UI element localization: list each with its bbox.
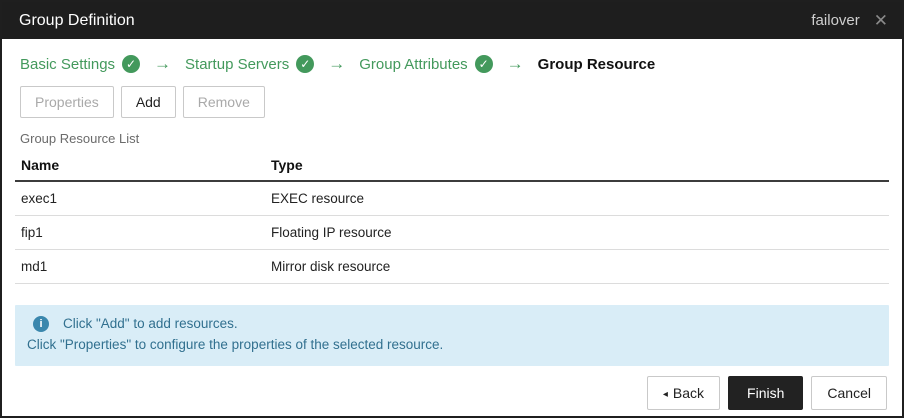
wizard-step-startup-servers[interactable]: Startup Servers ✓ <box>185 55 315 73</box>
info-line-1: Click "Add" to add resources. <box>63 316 238 331</box>
table-row[interactable]: exec1 EXEC resource <box>15 181 889 216</box>
resource-list-label: Group Resource List <box>20 131 140 146</box>
group-definition-dialog: Group Definition failover ✕ Basic Settin… <box>0 0 904 418</box>
cell-resource-name[interactable]: exec1 <box>15 181 265 216</box>
resource-toolbar: Properties Add Remove <box>15 84 889 118</box>
footer-buttons: ◂ Back Finish Cancel <box>15 366 889 412</box>
check-circle-icon: ✓ <box>296 55 315 73</box>
arrow-right-icon: → <box>154 54 172 73</box>
cell-resource-type[interactable]: EXEC resource <box>265 181 889 216</box>
wizard-step-label: Basic Settings <box>20 55 116 73</box>
back-button-label: Back <box>672 384 705 401</box>
column-header-type: Type <box>265 152 889 182</box>
dialog-content: Basic Settings ✓ → Startup Servers ✓ → G… <box>2 39 902 416</box>
table-row[interactable]: md1 Mirror disk resource <box>15 249 889 284</box>
back-arrow-icon: ◂ <box>662 388 668 400</box>
table-row[interactable]: fip1 Floating IP resource <box>15 215 889 250</box>
close-icon[interactable]: ✕ <box>874 12 888 29</box>
arrow-right-icon: → <box>506 54 524 73</box>
info-icon: i <box>33 316 49 333</box>
cancel-button[interactable]: Cancel <box>811 375 887 410</box>
dialog-titlebar: Group Definition failover ✕ <box>2 2 902 39</box>
arrow-right-icon: → <box>328 54 346 73</box>
table-header-row: Name Type <box>15 152 889 182</box>
cell-resource-type[interactable]: Mirror disk resource <box>265 249 889 284</box>
wizard-step-label: Group Resource <box>537 55 656 73</box>
wizard-step-basic-settings[interactable]: Basic Settings ✓ <box>20 55 141 73</box>
wizard-step-group-attributes[interactable]: Group Attributes ✓ <box>359 55 493 73</box>
column-header-name: Name <box>15 152 265 182</box>
cell-resource-name[interactable]: fip1 <box>15 215 265 250</box>
wizard-step-group-resource: Group Resource <box>538 56 656 73</box>
wizard-step-label: Group Attributes <box>359 55 468 73</box>
wizard-steps: Basic Settings ✓ → Startup Servers ✓ → G… <box>15 52 889 84</box>
properties-button[interactable]: Properties <box>20 86 114 118</box>
add-button[interactable]: Add <box>120 86 176 118</box>
info-banner: i Click "Add" to add resources. Click "P… <box>15 305 889 366</box>
cell-resource-name[interactable]: md1 <box>15 249 265 284</box>
back-button[interactable]: ◂ Back <box>646 375 721 410</box>
dialog-context-label: failover <box>811 12 860 29</box>
info-line-2: Click "Properties" to configure the prop… <box>27 336 444 352</box>
remove-button[interactable]: Remove <box>182 86 265 118</box>
finish-button[interactable]: Finish <box>728 375 804 410</box>
dialog-title: Group Definition <box>19 11 135 29</box>
cell-resource-type[interactable]: Floating IP resource <box>265 215 889 250</box>
check-circle-icon: ✓ <box>474 55 493 73</box>
info-banner-line1-row: i Click "Add" to add resources. <box>27 314 877 335</box>
resource-table: Name Type exec1 EXEC resource fip1 Float… <box>15 152 889 284</box>
wizard-step-label: Startup Servers <box>185 55 290 73</box>
check-circle-icon: ✓ <box>122 55 141 73</box>
